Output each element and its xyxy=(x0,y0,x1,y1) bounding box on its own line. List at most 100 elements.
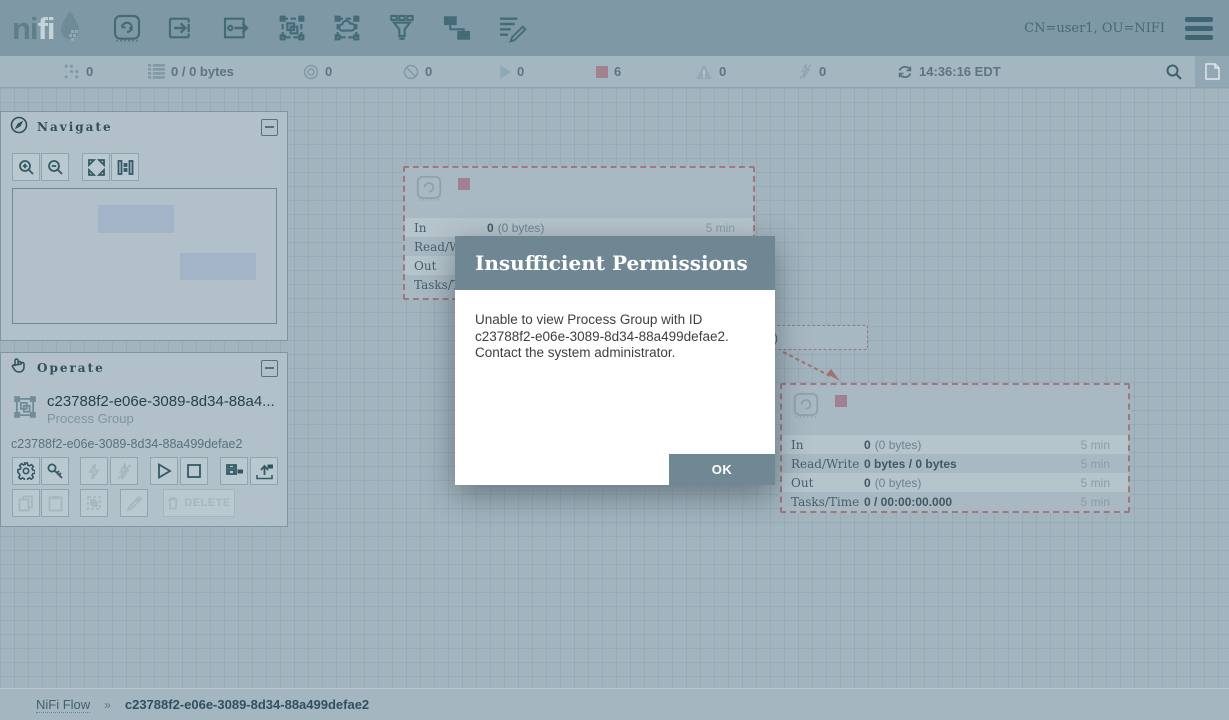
top-toolbar: nifi xyxy=(0,0,1229,56)
nifi-app: nifi xyxy=(0,0,1229,720)
breadcrumb-current: c23788f2-e06e-3089-8d34-88a499defae2 xyxy=(125,697,369,712)
stat-value-detail: (0 bytes) xyxy=(498,221,545,235)
copy-button[interactable] xyxy=(12,489,40,517)
create-template-button[interactable] xyxy=(220,457,248,485)
stats-row-taskstime: Tasks/Time 0 / 00:00:00.000 5 min xyxy=(782,492,1128,511)
refresh-icon[interactable] xyxy=(897,64,913,80)
running-play-icon xyxy=(500,65,511,79)
access-policies-button[interactable] xyxy=(41,457,69,485)
running-status: 0 xyxy=(500,56,524,87)
connection-arrow[interactable] xyxy=(770,338,860,388)
breadcrumb-separator: » xyxy=(104,698,111,712)
stat-label: In xyxy=(414,221,487,235)
navigate-panel-header[interactable]: Navigate xyxy=(1,112,287,142)
queued-count: 0 / 0 bytes xyxy=(171,64,234,79)
stop-button[interactable] xyxy=(180,457,208,485)
breadcrumb: NiFi Flow » c23788f2-e06e-3089-8d34-88a4… xyxy=(0,688,1229,720)
input-port-component-button[interactable] xyxy=(164,10,200,46)
breadcrumb-root-link[interactable]: NiFi Flow xyxy=(36,697,90,713)
zoom-in-button[interactable] xyxy=(12,153,40,181)
process-group-component-button[interactable] xyxy=(274,10,310,46)
funnel-component-button[interactable] xyxy=(384,10,420,46)
flow-canvas[interactable]: In 0 (0 bytes) 5 min Read/Write 0 bytes … xyxy=(0,88,1229,688)
dialog-message: Unable to view Process Group with ID c23… xyxy=(475,312,757,362)
current-user[interactable]: CN=user1, OU=NIFI xyxy=(1024,21,1165,36)
nifi-logo: nifi xyxy=(12,8,83,49)
configure-button[interactable] xyxy=(12,457,40,485)
label-component-button[interactable] xyxy=(494,10,530,46)
queued-list-icon xyxy=(148,64,165,79)
birdseye-group-rect xyxy=(98,205,174,233)
hand-icon xyxy=(10,357,28,380)
dialog-header: Insufficient Permissions xyxy=(455,236,775,290)
invalid-status: 0 xyxy=(695,56,726,87)
delete-button-label: DELETE xyxy=(184,497,230,509)
stat-label: Tasks/Time xyxy=(791,495,864,509)
process-group-icon xyxy=(11,391,39,428)
operate-collapse-button[interactable] xyxy=(261,360,278,377)
group-button[interactable] xyxy=(80,489,108,517)
output-port-component-button[interactable] xyxy=(219,10,255,46)
logo-text-ni: ni xyxy=(12,9,38,49)
transmitting-count: 0 xyxy=(325,64,332,79)
delete-button[interactable]: DELETE xyxy=(163,489,235,517)
stopped-status: 6 xyxy=(596,56,621,87)
template-component-button[interactable] xyxy=(439,10,475,46)
birdseye-toggle-button[interactable] xyxy=(1195,56,1229,87)
topbar-right: CN=user1, OU=NIFI xyxy=(1024,13,1215,44)
remote-process-group-component-button[interactable] xyxy=(329,10,365,46)
invalid-count: 0 xyxy=(719,64,726,79)
enable-button[interactable] xyxy=(80,457,108,485)
zoom-out-button[interactable] xyxy=(41,153,69,181)
birdseye-map[interactable] xyxy=(12,188,277,324)
stat-window: 5 min xyxy=(1081,476,1110,490)
navigate-panel-title: Navigate xyxy=(37,120,113,134)
insufficient-permissions-dialog: Insufficient Permissions Unable to view … xyxy=(455,236,775,485)
zoom-fit-button[interactable] xyxy=(82,153,110,181)
stat-window: 5 min xyxy=(1081,495,1110,509)
global-menu-button[interactable] xyxy=(1183,13,1215,44)
zoom-actual-size-button[interactable] xyxy=(111,153,139,181)
last-refresh-time: 14:36:16 EDT xyxy=(919,64,1001,79)
selected-component-type: Process Group xyxy=(47,411,134,426)
stopped-flag-icon xyxy=(835,395,847,407)
nifi-drop-icon xyxy=(57,8,83,49)
stat-label: In xyxy=(791,438,864,452)
process-group-ghost-lower[interactable]: In 0 (0 bytes) 5 min Read/Write 0 bytes … xyxy=(780,383,1130,513)
paste-button[interactable] xyxy=(41,489,69,517)
not-transmitting-icon xyxy=(403,64,419,80)
stat-value-detail: (0 bytes) xyxy=(875,476,922,490)
component-toolbar xyxy=(109,10,530,46)
stats-row-in: In 0 (0 bytes) 5 min xyxy=(782,435,1128,454)
fill-color-button[interactable] xyxy=(120,489,148,517)
stat-window: 5 min xyxy=(706,221,735,235)
operate-panel-header[interactable]: Operate xyxy=(1,353,287,383)
start-button[interactable] xyxy=(150,457,178,485)
stopped-flag-icon xyxy=(458,178,470,190)
queued-status: 0 / 0 bytes xyxy=(148,56,234,87)
navigate-collapse-button[interactable] xyxy=(261,119,278,136)
refresh-status[interactable]: 14:36:16 EDT xyxy=(897,56,1001,87)
search-button[interactable] xyxy=(1159,56,1189,87)
navigate-panel: Navigate xyxy=(0,111,288,341)
operate-panel-title: Operate xyxy=(37,361,105,375)
processor-ghost-icon xyxy=(414,173,444,208)
disable-button[interactable] xyxy=(110,457,138,485)
stats-row-readwrite: Read/Write 0 bytes / 0 bytes 5 min xyxy=(782,454,1128,473)
stat-value-detail: (0 bytes) xyxy=(875,438,922,452)
stat-label: Out xyxy=(791,476,864,490)
birdseye-group-rect xyxy=(180,253,256,280)
processor-component-button[interactable] xyxy=(109,10,145,46)
active-threads-status: 0 xyxy=(63,56,93,87)
ok-button[interactable]: OK xyxy=(669,454,775,485)
stats-row-out: Out 0 (0 bytes) 5 min xyxy=(782,473,1128,492)
active-threads-icon xyxy=(63,63,80,80)
stat-window: 5 min xyxy=(1081,457,1110,471)
upload-template-button[interactable] xyxy=(250,457,278,485)
group-stats-table: In 0 (0 bytes) 5 min Read/Write 0 bytes … xyxy=(782,435,1128,511)
invalid-warning-icon xyxy=(695,64,713,80)
stopped-square-icon xyxy=(596,66,608,78)
stopped-count: 6 xyxy=(614,64,621,79)
selected-component-id: c23788f2-e06e-3089-8d34-88a499defae2 xyxy=(11,437,242,451)
compass-icon xyxy=(10,116,28,139)
